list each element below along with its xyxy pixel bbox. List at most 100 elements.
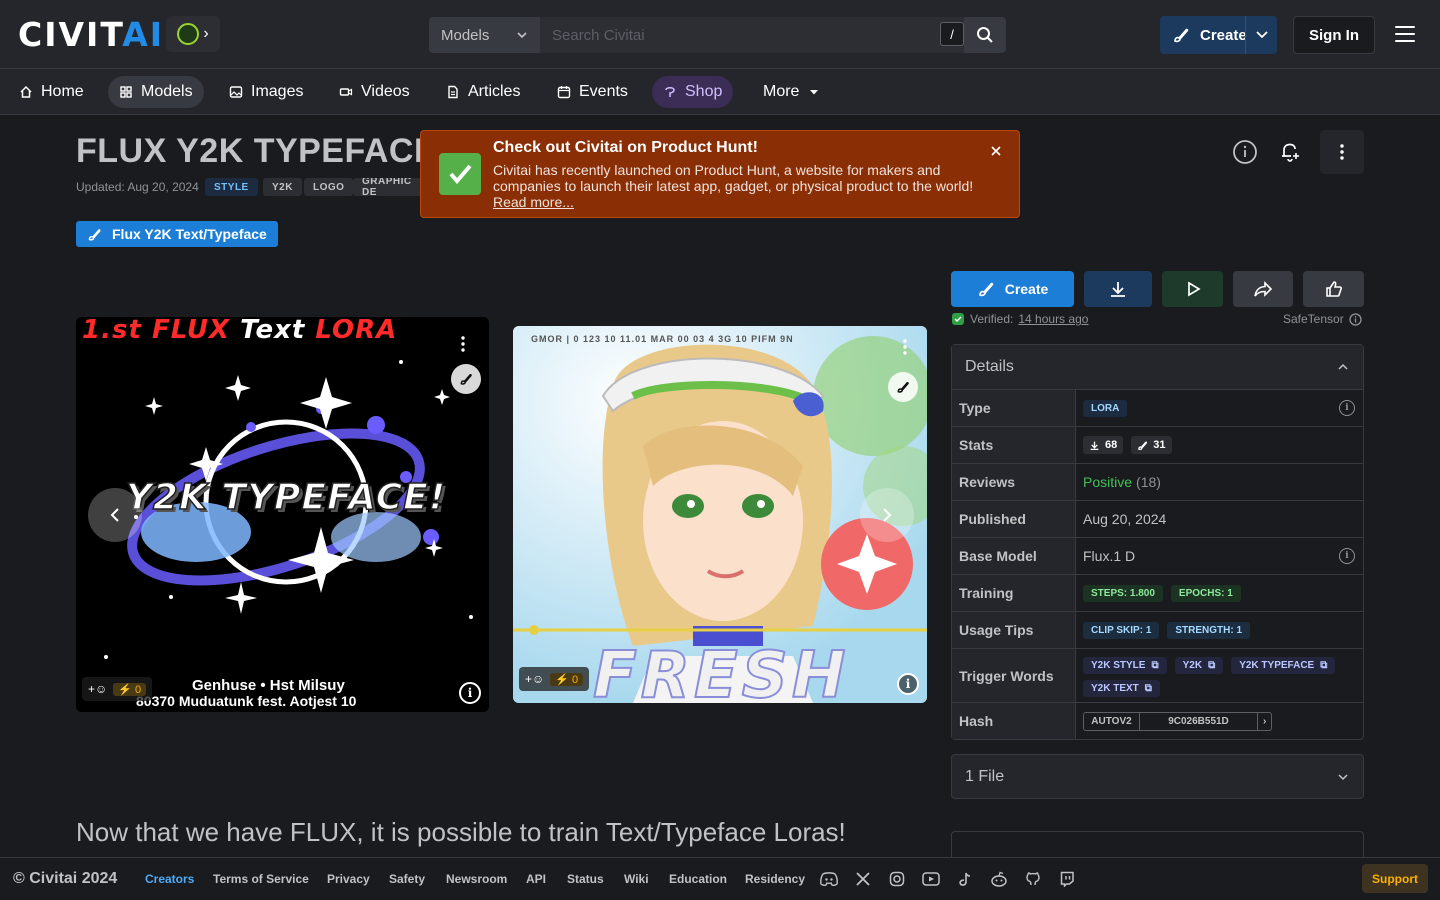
tag-graphic-design[interactable]: GRAPHIC DE (353, 178, 423, 196)
image1-info-icon[interactable]: i (459, 682, 481, 704)
copy-icon[interactable]: ⧉ (1151, 660, 1158, 671)
footer-link-api[interactable]: API (526, 872, 546, 886)
event-badge-button[interactable]: › (166, 16, 220, 52)
trigger-word[interactable]: Y2K STYLE ⧉ (1083, 656, 1167, 674)
nav-more[interactable]: More (752, 76, 832, 108)
close-icon[interactable] (991, 143, 1001, 161)
hash-widget[interactable]: AUTOV2 9C026B551D › (1083, 711, 1273, 731)
footer-link-newsroom[interactable]: Newsroom (446, 872, 507, 886)
nav-models[interactable]: Models (108, 76, 204, 108)
generations-count: 31 (1153, 439, 1166, 451)
generations-stat: 31 (1131, 436, 1172, 454)
footer-link-safety[interactable]: Safety (389, 872, 425, 886)
search-input[interactable] (540, 17, 964, 53)
image-icon (229, 86, 243, 98)
gallery-image-2[interactable]: GMOR | 0 123 10 11.01 MAR 00 03 4 3G 10 … (513, 326, 927, 703)
brush-icon (88, 228, 101, 241)
copy-icon[interactable]: ⧉ (1208, 660, 1215, 671)
nav-shop[interactable]: Shop (652, 76, 734, 108)
announcement-body: Civitai has recently launched on Product… (493, 162, 974, 194)
trigger-word[interactable]: Y2K TYPEFACE ⧉ (1231, 656, 1336, 674)
share-button[interactable] (1233, 271, 1293, 307)
youtube-icon[interactable] (921, 869, 941, 889)
support-button[interactable]: Support (1362, 864, 1428, 893)
chevron-down-icon[interactable] (1255, 29, 1269, 41)
tiktok-icon[interactable] (955, 869, 975, 889)
footer-link-creators[interactable]: Creators (145, 872, 194, 886)
copy-icon[interactable]: ⧉ (1145, 683, 1152, 694)
nav-events[interactable]: Events (546, 76, 639, 108)
brush-icon (978, 282, 993, 297)
download-button[interactable] (1084, 271, 1152, 307)
image2-reactions[interactable]: +☺ ⚡ 0 (519, 667, 590, 691)
version-button[interactable]: Flux Y2K Text/Typeface (76, 221, 278, 247)
image1-remix-button[interactable] (451, 364, 481, 394)
create-button[interactable]: Create (951, 271, 1074, 307)
footer-link-terms[interactable]: Terms of Service (213, 872, 309, 886)
chevron-right-icon[interactable]: › (1258, 713, 1271, 730)
play-button[interactable] (1162, 271, 1223, 307)
info-icon[interactable]: i (1339, 548, 1355, 564)
image2-tip-count[interactable]: ⚡ 0 (550, 672, 584, 686)
tag-y2k[interactable]: Y2K (263, 178, 302, 196)
details-row-reviews: Reviews Positive (18) (952, 464, 1363, 501)
thumbs-up-icon (1325, 281, 1342, 297)
nav-home[interactable]: Home (8, 76, 95, 108)
footer-link-privacy[interactable]: Privacy (327, 872, 370, 886)
image1-menu-button[interactable] (460, 335, 466, 358)
footer-link-residency[interactable]: Residency (745, 872, 805, 886)
tag-style[interactable]: STYLE (205, 178, 258, 196)
instagram-icon[interactable] (887, 869, 907, 889)
github-icon[interactable] (1023, 869, 1043, 889)
like-button[interactable] (1303, 271, 1364, 307)
image2-info-icon[interactable]: i (897, 673, 919, 695)
button-divider (1245, 16, 1246, 54)
model-info-button[interactable] (1223, 130, 1267, 174)
twitch-icon[interactable] (1057, 869, 1077, 889)
notify-button[interactable] (1268, 130, 1312, 174)
copy-icon[interactable]: ⧉ (1320, 660, 1327, 671)
gallery-image-1[interactable]: 1.st FLUX Text LORA Y2K TYPEFACE! Genhus… (76, 317, 489, 712)
reviews-link[interactable]: Positive (18) (1076, 464, 1363, 500)
image1-reactions[interactable]: +☺ ⚡ 0 (82, 677, 153, 701)
image2-menu-button[interactable] (902, 338, 908, 361)
files-panel-header[interactable]: 1 File (951, 754, 1364, 799)
footer-link-education[interactable]: Education (669, 872, 727, 886)
reddit-icon[interactable] (989, 869, 1009, 889)
carousel-prev-button[interactable] (88, 488, 142, 542)
hash-value[interactable]: 9C026B551D (1140, 712, 1258, 730)
nav-videos[interactable]: Videos (328, 76, 421, 108)
trigger-word[interactable]: Y2K ⧉ (1174, 656, 1224, 674)
nav-videos-label: Videos (361, 83, 410, 100)
hash-algorithm[interactable]: AUTOV2 (1084, 712, 1140, 730)
sign-in-button[interactable]: Sign In (1293, 16, 1375, 54)
image2-remix-button[interactable] (888, 372, 918, 402)
nav-articles[interactable]: Articles (435, 76, 531, 108)
more-options-button[interactable] (1320, 130, 1364, 174)
discord-icon[interactable] (819, 869, 839, 889)
menu-icon[interactable] (1395, 26, 1415, 42)
tag-logo[interactable]: LOGO (304, 178, 354, 196)
search-category-select[interactable]: Models (429, 17, 540, 53)
search-button[interactable] (964, 17, 1006, 53)
header-create-button[interactable]: Create (1160, 16, 1277, 54)
info-icon[interactable]: i (1339, 400, 1355, 416)
announcement-read-more-link[interactable]: Read more... (493, 194, 574, 210)
downloads-count: 68 (1105, 439, 1118, 451)
shop-icon (665, 87, 675, 97)
description-heading: Now that we have FLUX, it is possible to… (76, 817, 846, 847)
footer-link-wiki[interactable]: Wiki (624, 872, 649, 886)
details-header[interactable]: Details (952, 345, 1363, 390)
nav-images[interactable]: Images (218, 76, 314, 108)
civitai-logo[interactable]: CIVITAI (18, 18, 164, 52)
details-row-stats: Stats 68 31 (952, 427, 1363, 464)
nav-articles-label: Articles (468, 83, 521, 100)
version-label: Flux Y2K Text/Typeface (112, 226, 267, 242)
carousel-next-button[interactable] (860, 488, 914, 542)
image1-tip-count[interactable]: ⚡ 0 (113, 682, 147, 696)
trigger-word[interactable]: Y2K TEXT ⧉ (1083, 679, 1160, 697)
x-icon[interactable] (853, 869, 873, 889)
info-icon[interactable] (1349, 312, 1362, 326)
footer-link-status[interactable]: Status (567, 872, 604, 886)
verified-time-link[interactable]: 14 hours ago (1018, 312, 1088, 326)
